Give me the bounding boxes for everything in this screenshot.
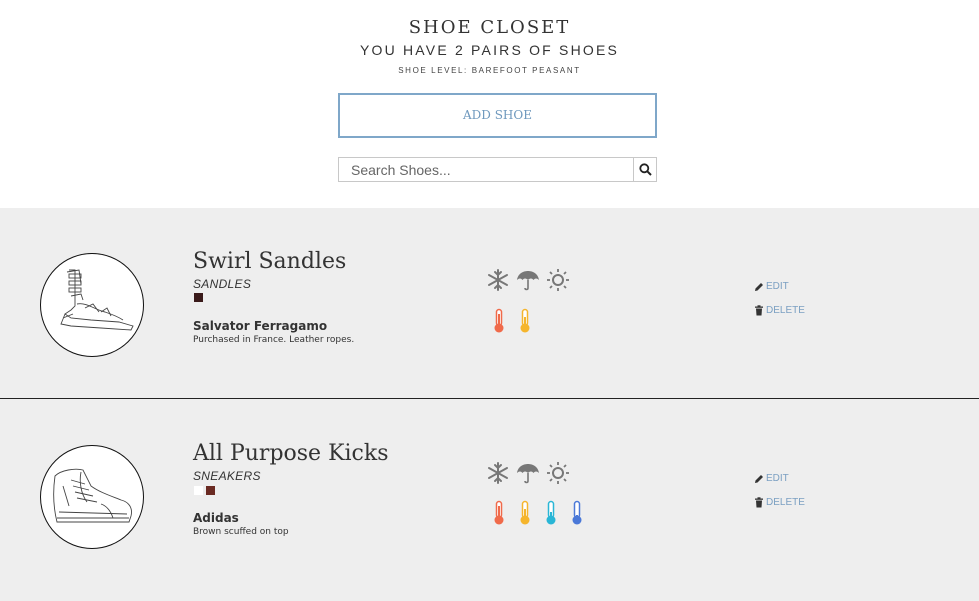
page-header: SHOE CLOSET YOU HAVE 2 PAIRS OF SHOES SH… [0, 0, 979, 208]
shoe-image-sneaker [40, 445, 144, 549]
delete-label: DELETE [766, 305, 805, 316]
shoe-card: All Purpose Kicks SNEAKERS Adidas Brown … [0, 399, 979, 601]
search-input[interactable] [338, 157, 633, 182]
page-title: SHOE CLOSET [408, 17, 571, 38]
edit-button[interactable]: EDIT [754, 281, 789, 292]
shoe-card: Swirl Sandles SANDLES Salvator Ferragamo… [0, 208, 979, 398]
weather-icons [486, 268, 576, 292]
shoe-brand: Adidas [193, 511, 239, 525]
thermometer-cold-icon [572, 500, 582, 525]
sun-icon [547, 462, 569, 484]
umbrella-icon [517, 271, 539, 291]
temperature-icons [492, 308, 544, 334]
edit-button[interactable]: EDIT [754, 473, 789, 484]
pencil-icon [755, 282, 763, 291]
shoe-notes: Purchased in France. Leather ropes. [193, 335, 355, 345]
color-swatch [194, 486, 203, 495]
thermometer-cool-icon [546, 500, 556, 525]
pencil-icon [755, 474, 763, 483]
shoe-type: SNEAKERS [193, 469, 261, 483]
color-swatch [206, 486, 215, 495]
snowflake-icon [488, 462, 508, 484]
shoe-type: SANDLES [193, 277, 252, 291]
search-icon [638, 163, 652, 176]
weather-icons [486, 461, 576, 485]
shoe-image-sandal [40, 253, 144, 357]
shoe-count-text: YOU HAVE 2 PAIRS OF SHOES [359, 42, 620, 58]
shoe-level-text: SHOE LEVEL: BAREFOOT PEASANT [398, 66, 581, 75]
sneaker-icon [53, 468, 132, 523]
thermometer-warm-icon [520, 308, 530, 333]
delete-label: DELETE [766, 497, 805, 508]
delete-button[interactable]: DELETE [754, 305, 805, 316]
delete-button[interactable]: DELETE [754, 497, 805, 508]
shoe-name: Swirl Sandles [193, 249, 347, 274]
trash-icon [755, 305, 763, 316]
search-button[interactable] [633, 157, 657, 182]
snowflake-icon [488, 269, 508, 291]
thermometer-warm-icon [520, 500, 530, 525]
umbrella-icon [517, 464, 539, 484]
thermometer-hot-icon [494, 308, 504, 333]
sandal-icon [60, 269, 134, 331]
sun-icon [547, 269, 569, 291]
thermometer-hot-icon [494, 500, 504, 525]
search-bar [338, 157, 657, 182]
color-swatch [194, 293, 203, 302]
temperature-icons [492, 500, 596, 526]
shoe-notes: Brown scuffed on top [193, 527, 289, 537]
shoe-brand: Salvator Ferragamo [193, 319, 328, 333]
trash-icon [755, 497, 763, 508]
shoe-name: All Purpose Kicks [193, 441, 389, 466]
add-shoe-button[interactable]: ADD SHOE [338, 93, 657, 138]
edit-label: EDIT [766, 281, 789, 292]
edit-label: EDIT [766, 473, 789, 484]
